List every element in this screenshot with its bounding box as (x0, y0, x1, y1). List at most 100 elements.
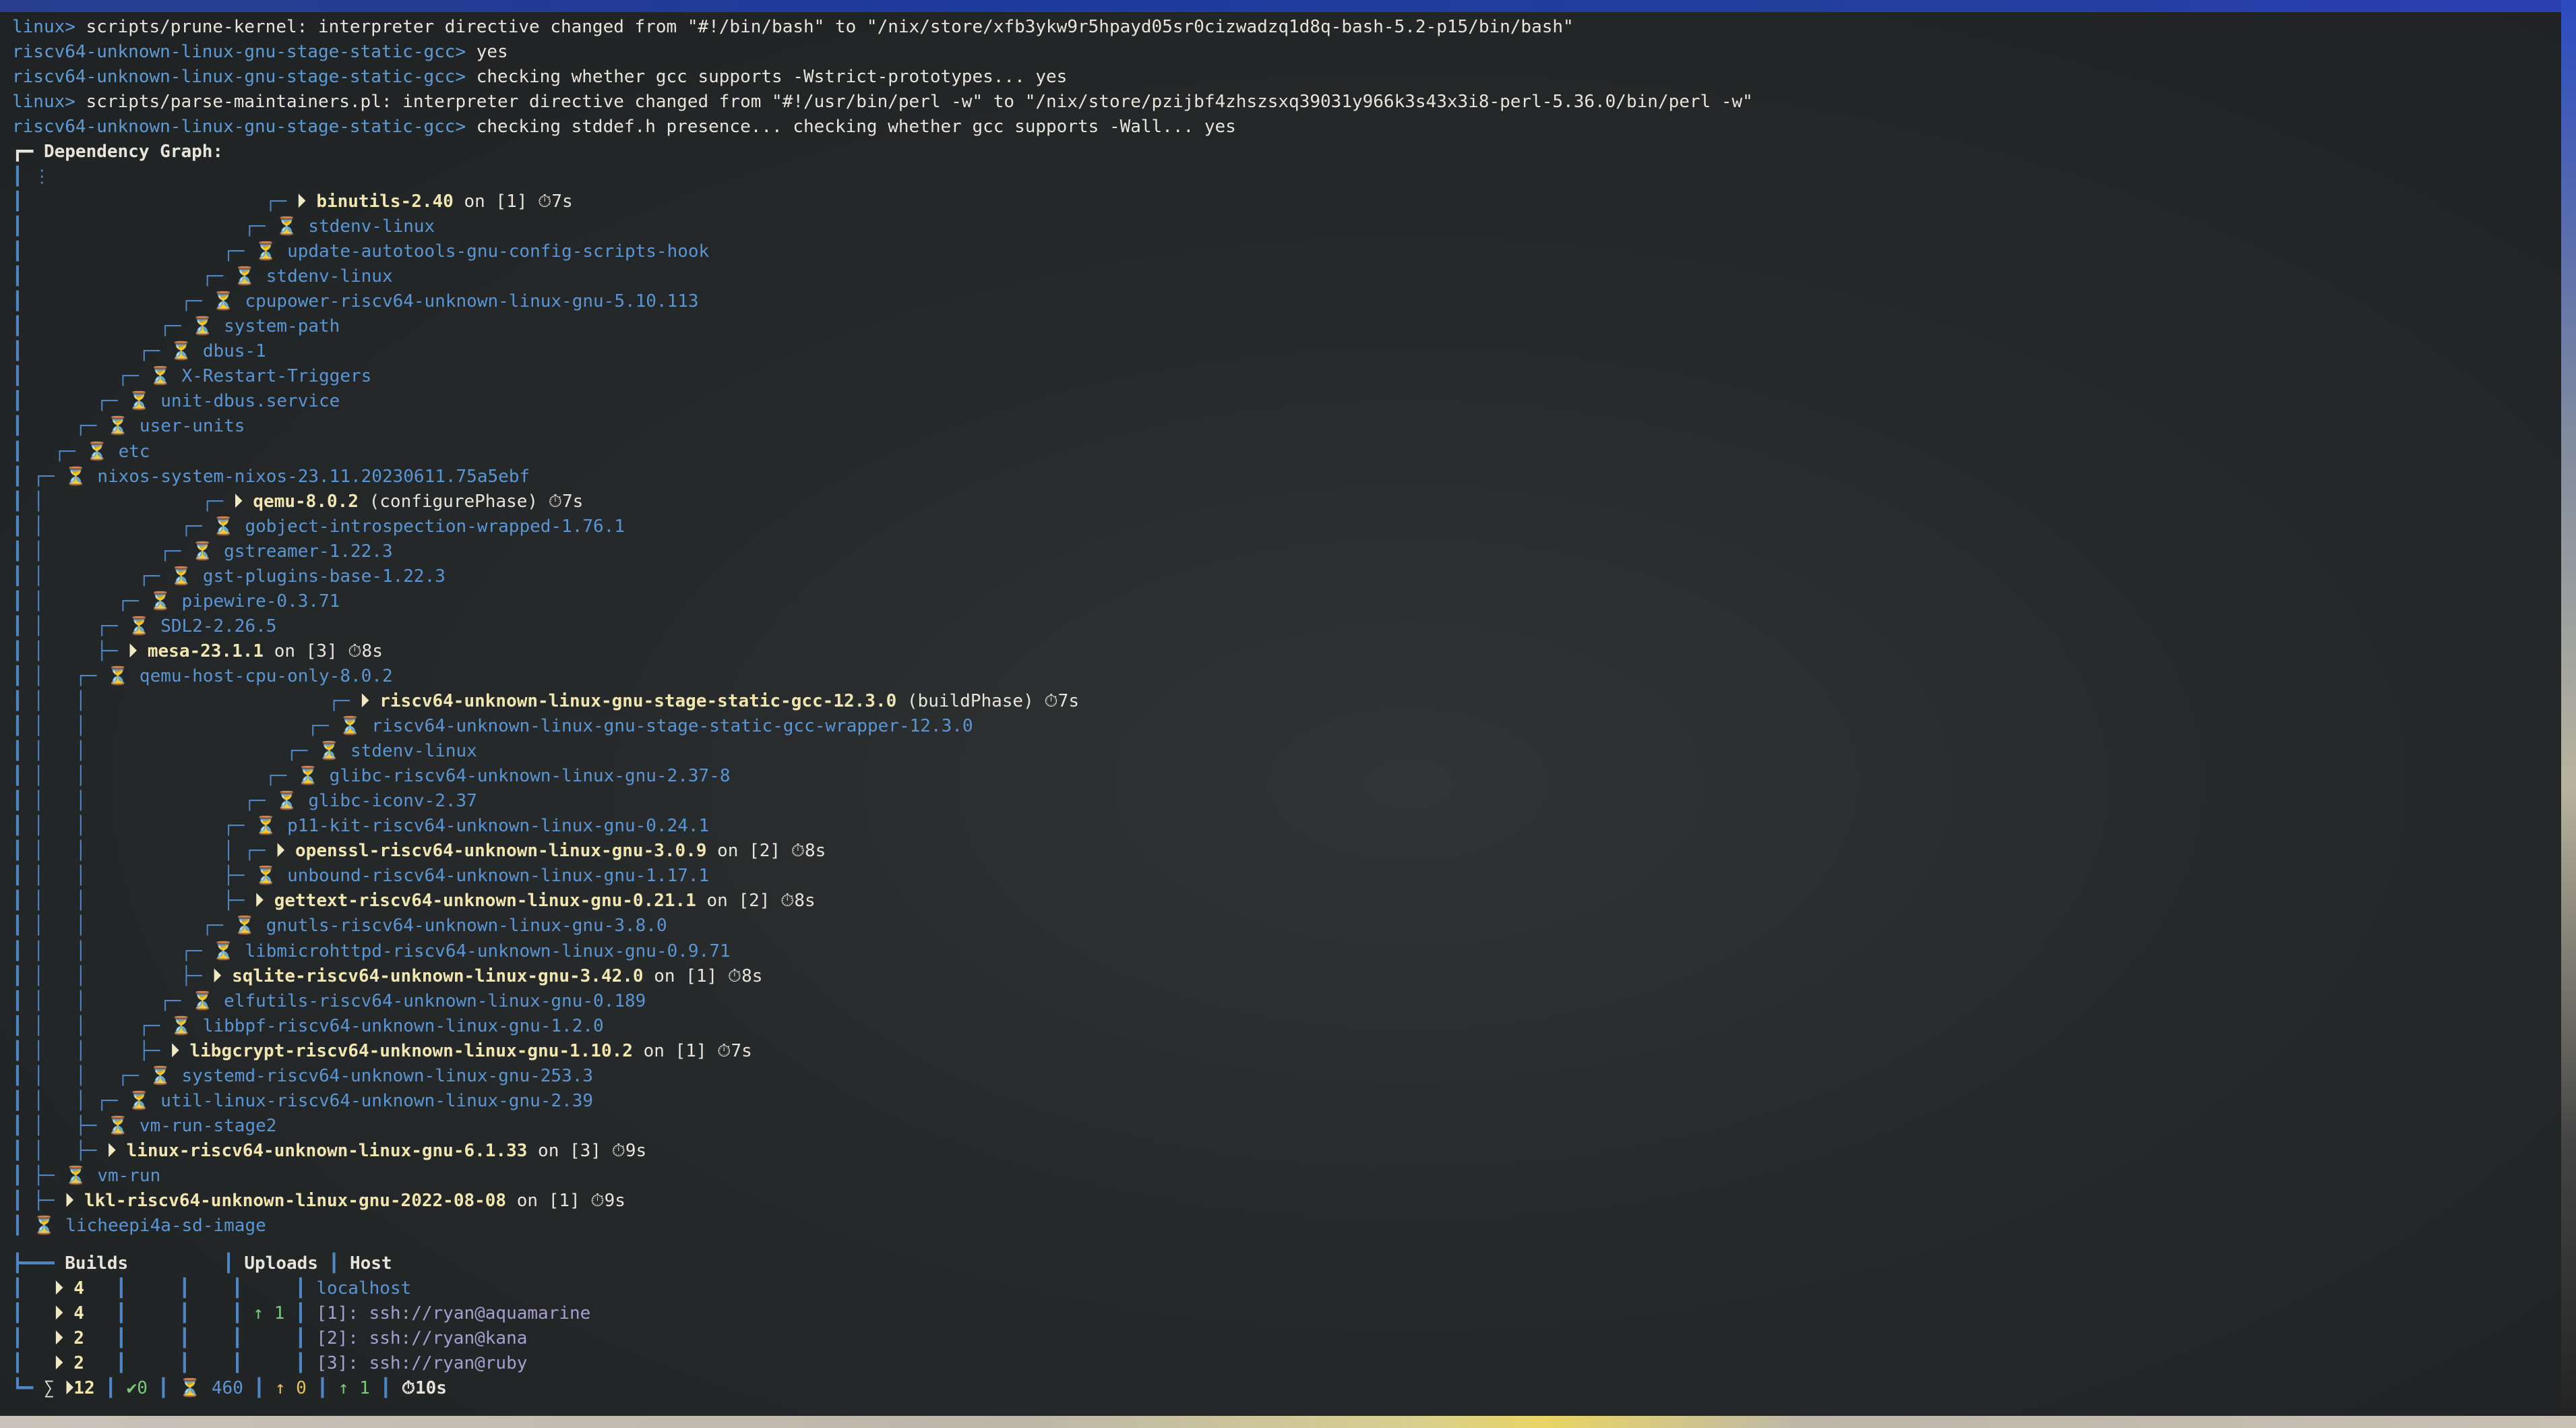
log-line: riscv64-unknown-linux-gnu-stage-static-g… (12, 65, 1067, 90)
derivation-name: glibc-iconv-2.37 (308, 791, 477, 811)
derivation-status: on [3] ⏱9s (527, 1141, 647, 1161)
tree-connector: ┃ │ ┌─ (12, 492, 234, 512)
tree-connector: ┃ ┌─ (12, 241, 255, 262)
log-prompt: riscv64-unknown-linux-gnu-stage-static-g… (12, 42, 466, 62)
dependency-graph-ellipsis: ┃ ⋮ (12, 167, 51, 187)
dependency-node: ┃ │ ┌─ ⏵ qemu-8.0.2 (configurePhase) ⏱7s (12, 489, 583, 514)
hourglass-icon: ⏳ (170, 566, 193, 587)
running-arrow-icon: ⏵ (276, 841, 285, 861)
tree-connector: ┃ ┌─ (12, 341, 171, 361)
derivation-status: on [1] ⏱9s (506, 1191, 625, 1211)
desktop-wallpaper-top (0, 0, 2576, 13)
derivation-name: gnutls-riscv64-unknown-linux-gnu-3.8.0 (266, 916, 667, 936)
running-icon: ⏵ (54, 1303, 74, 1323)
dependency-node: ┃ ┌─ ⏵ binutils-2.40 on [1] ⏱7s (12, 189, 573, 214)
log-line: linux> scripts/prune-kernel: interpreter… (12, 15, 1574, 40)
desktop-screen: linux> scripts/prune-kernel: interpreter… (0, 0, 2576, 1428)
tree-connector: ┃ │ │ │ ┌─ (12, 841, 276, 861)
dependency-node: ┃ │ │ ┌─ ⏳ util-linux-riscv64-unknown-li… (12, 1089, 593, 1114)
derivation-name: lkl-riscv64-unknown-linux-gnu-2022-08-08 (84, 1191, 507, 1211)
hourglass-icon: ⏳ (179, 1378, 212, 1398)
tree-connector: ┃ ┌─ (12, 291, 213, 311)
uploads-done: ↑ 0 (274, 1378, 307, 1398)
hourglass-icon: ⏳ (106, 666, 129, 686)
tree-connector: ┃ ┌─ (12, 391, 129, 411)
elapsed-time: ⏱10s (401, 1378, 447, 1398)
dependency-node: ┃ ┌─ ⏳ stdenv-linux (12, 214, 435, 239)
log-prompt: linux> (12, 92, 75, 112)
hourglass-icon: ⏳ (297, 766, 319, 786)
log-line: riscv64-unknown-linux-gnu-stage-static-g… (12, 40, 508, 65)
running-arrow-icon: ⏵ (360, 691, 369, 711)
running-arrow-icon: ⏵ (212, 966, 222, 986)
derivation-name: stdenv-linux (266, 266, 393, 287)
derivation-status: (configurePhase) ⏱7s (358, 492, 584, 512)
tree-connector: ┃ │ │ ┌─ (12, 816, 255, 836)
tree-connector: ┃ │ │ ┌─ (12, 791, 276, 811)
hourglass-icon: ⏳ (255, 241, 277, 262)
dependency-node: ┃ ┌─ ⏳ cpupower-riscv64-unknown-linux-gn… (12, 289, 699, 314)
hourglass-icon: ⏳ (233, 916, 256, 936)
total-waiting: 460 (211, 1378, 243, 1398)
dependency-node: ┃ │ │ ┌─ ⏳ libmicrohttpd-riscv64-unknown… (12, 939, 731, 964)
dependency-node: ┃ │ │ ┌─ ⏳ glibc-iconv-2.37 (12, 789, 477, 814)
host-name: [2]: ssh://ryan@kana (316, 1328, 528, 1348)
derivation-name: libmicrohttpd-riscv64-unknown-linux-gnu-… (245, 941, 731, 961)
hourglass-icon: ⏳ (106, 1116, 129, 1136)
derivation-name: nixos-system-nixos-23.11.20230611.75a5eb… (97, 467, 530, 487)
total-running: 12 (73, 1378, 95, 1398)
host-name: localhost (316, 1278, 412, 1299)
derivation-name: unit-dbus.service (160, 391, 340, 411)
log-prompt: riscv64-unknown-linux-gnu-stage-static-g… (12, 117, 466, 137)
tree-connector: ┃ │ │ ┌─ (12, 741, 318, 761)
derivation-name: unbound-riscv64-unknown-linux-gnu-1.17.1 (287, 866, 710, 886)
builds-count: 2 (73, 1328, 84, 1348)
tree-connector: ┃ │ │ ┌─ (12, 766, 297, 786)
derivation-name: libbpf-riscv64-unknown-linux-gnu-1.2.0 (202, 1016, 604, 1036)
tree-connector: ┃ ┌─ (12, 191, 297, 212)
dependency-node: ┃ ┌─ ⏳ system-path (12, 314, 340, 339)
tree-connector: ┃ ┌─ (12, 366, 150, 386)
derivation-status: on [2] ⏱8s (706, 841, 826, 861)
tree-connector: ┃ │ │ ┌─ (12, 916, 234, 936)
log-prompt: riscv64-unknown-linux-gnu-stage-static-g… (12, 67, 466, 87)
running-icon: ⏵ (54, 1353, 74, 1373)
derivation-name: binutils-2.40 (316, 191, 454, 212)
hourglass-icon: ⏳ (317, 741, 340, 761)
dependency-node: ┃ │ │ ┌─ ⏳ systemd-riscv64-unknown-linux… (12, 1064, 593, 1089)
hourglass-icon: ⏳ (170, 341, 193, 361)
dependency-node: ┃ │ │ ┌─ ⏵ riscv64-unknown-linux-gnu-sta… (12, 689, 1079, 714)
dependency-node: ┃ │ ┌─ ⏳ gst-plugins-base-1.22.3 (12, 564, 446, 589)
derivation-name: glibc-riscv64-unknown-linux-gnu-2.37-8 (329, 766, 731, 786)
derivation-name: pipewire-0.3.71 (181, 591, 340, 612)
derivation-status: (buildPhase) ⏱7s (896, 691, 1079, 711)
hourglass-icon: ⏳ (106, 416, 129, 436)
derivation-name: user-units (139, 416, 245, 436)
running-arrow-icon: ⏵ (170, 1041, 179, 1061)
log-prompt: linux> (12, 17, 75, 37)
tree-connector: ┃ │ │ ├─ (12, 966, 213, 986)
tree-connector: ┃ │ │ ├─ (12, 866, 255, 886)
derivation-name: mesa-23.1.1 (147, 641, 264, 661)
running-arrow-icon: ⏵ (65, 1191, 74, 1211)
tree-connector: ┃ │ ┌─ (12, 666, 107, 686)
derivation-name: update-autotools-gnu-config-scripts-hook (287, 241, 710, 262)
hourglass-icon: ⏳ (191, 316, 214, 336)
running-arrow-icon: ⏵ (297, 191, 306, 212)
hourglass-icon: ⏳ (212, 291, 235, 311)
hourglass-icon: ⏳ (149, 366, 171, 386)
tree-connector: ┃ │ ├─ (12, 1141, 107, 1161)
dependency-node: ┃ │ ┌─ ⏳ pipewire-0.3.71 (12, 589, 340, 614)
hourglass-icon: ⏳ (149, 591, 171, 612)
dependency-node: ┃ │ │ ┌─ ⏳ riscv64-unknown-linux-gnu-sta… (12, 714, 973, 739)
hourglass-icon: ⏳ (128, 616, 150, 636)
derivation-name: elfutils-riscv64-unknown-linux-gnu-0.189 (224, 991, 646, 1011)
derivation-status: on [2] ⏱8s (696, 891, 816, 911)
dependency-node: ┃ │ ├─ ⏳ vm-run-stage2 (12, 1114, 276, 1139)
tree-connector: ┃ │ │ ┌─ (12, 1091, 129, 1111)
tree-connector: ┃ │ ┌─ (12, 616, 129, 636)
terminal-window[interactable]: linux> scripts/prune-kernel: interpreter… (0, 12, 2561, 1416)
dependency-node: ┃ │ │ ├─ ⏵ gettext-riscv64-unknown-linux… (12, 889, 816, 914)
log-text: scripts/prune-kernel: interpreter direct… (75, 17, 1574, 37)
tree-connector: ┃ ┌─ (12, 416, 107, 436)
